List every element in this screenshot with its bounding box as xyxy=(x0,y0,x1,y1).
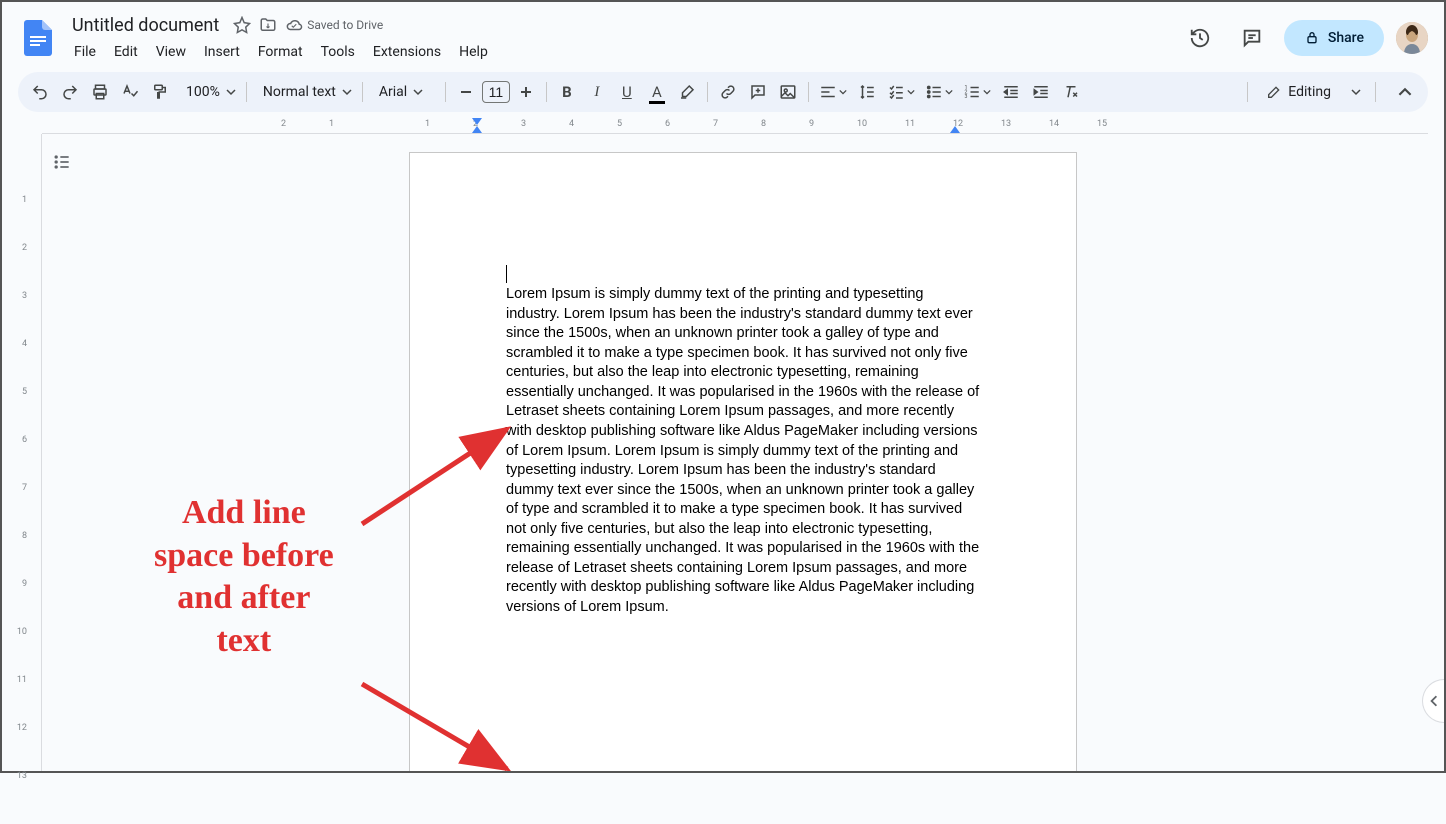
align-dropdown[interactable] xyxy=(815,78,851,106)
underline-button[interactable]: U xyxy=(613,78,641,106)
line-spacing-button[interactable] xyxy=(853,78,881,106)
bulleted-list-button[interactable] xyxy=(921,78,957,106)
bold-button[interactable]: B xyxy=(553,78,581,106)
numbered-list-button[interactable]: 123 xyxy=(959,78,995,106)
menu-extensions[interactable]: Extensions xyxy=(365,40,449,64)
titlebar: Untitled document Saved to Drive File Ed… xyxy=(2,2,1444,66)
account-avatar[interactable] xyxy=(1396,22,1428,54)
comments-icon[interactable] xyxy=(1232,18,1272,58)
horizontal-ruler[interactable] xyxy=(42,118,1428,134)
page[interactable]: Lorem Ipsum is simply dummy text of the … xyxy=(409,152,1077,771)
font-dropdown[interactable]: Arial xyxy=(369,84,439,100)
left-indent-marker[interactable] xyxy=(472,126,482,133)
undo-button[interactable] xyxy=(26,78,54,106)
highlight-button[interactable] xyxy=(673,78,701,106)
menu-file[interactable]: File xyxy=(66,40,104,64)
menu-tools[interactable]: Tools xyxy=(313,40,363,64)
menu-insert[interactable]: Insert xyxy=(196,40,248,64)
redo-button[interactable] xyxy=(56,78,84,106)
clear-formatting-button[interactable] xyxy=(1057,78,1085,106)
star-icon[interactable] xyxy=(233,16,251,34)
history-icon[interactable] xyxy=(1180,18,1220,58)
canvas[interactable]: Lorem Ipsum is simply dummy text of the … xyxy=(42,134,1444,771)
decrease-font-size-button[interactable] xyxy=(452,78,480,106)
annotation-text: Add line space before and after text xyxy=(154,492,334,662)
style-value: Normal text xyxy=(257,84,342,100)
menu-help[interactable]: Help xyxy=(451,40,496,64)
decrease-indent-button[interactable] xyxy=(997,78,1025,106)
menu-view[interactable]: View xyxy=(148,40,194,64)
hide-menus-button[interactable] xyxy=(1390,77,1420,107)
toolbar: 100% Normal text Arial B I U A 123 Editi… xyxy=(18,72,1428,112)
right-indent-marker[interactable] xyxy=(950,126,960,133)
font-size-input[interactable] xyxy=(482,81,510,103)
italic-button[interactable]: I xyxy=(583,78,611,106)
add-comment-button[interactable] xyxy=(744,78,772,106)
menu-format[interactable]: Format xyxy=(250,40,311,64)
move-icon[interactable] xyxy=(259,16,277,34)
print-button[interactable] xyxy=(86,78,114,106)
paint-format-button[interactable] xyxy=(146,78,174,106)
editing-mode-dropdown[interactable]: Editing xyxy=(1256,80,1371,104)
mode-label: Editing xyxy=(1288,84,1331,100)
text-color-button[interactable]: A xyxy=(643,78,671,106)
svg-text:3: 3 xyxy=(964,94,967,100)
menubar: File Edit View Insert Format Tools Exten… xyxy=(66,40,1180,64)
menu-edit[interactable]: Edit xyxy=(106,40,146,64)
share-label: Share xyxy=(1328,30,1364,46)
text-cursor xyxy=(506,265,507,283)
share-button[interactable]: Share xyxy=(1284,20,1384,56)
checklist-button[interactable] xyxy=(883,78,919,106)
insert-link-button[interactable] xyxy=(714,78,742,106)
zoom-dropdown[interactable]: 100% xyxy=(176,84,240,100)
styles-dropdown[interactable]: Normal text xyxy=(253,84,356,100)
zoom-value: 100% xyxy=(180,84,226,100)
cloud-saved-icon[interactable]: Saved to Drive xyxy=(285,16,383,34)
font-value: Arial xyxy=(373,84,413,100)
first-line-indent-marker[interactable] xyxy=(472,118,482,125)
spellcheck-button[interactable] xyxy=(116,78,144,106)
increase-font-size-button[interactable] xyxy=(512,78,540,106)
docs-home-icon[interactable] xyxy=(18,18,58,58)
show-outline-button[interactable] xyxy=(48,148,76,176)
document-body[interactable]: Lorem Ipsum is simply dummy text of the … xyxy=(506,285,980,618)
vertical-ruler[interactable] xyxy=(2,134,42,771)
increase-indent-button[interactable] xyxy=(1027,78,1055,106)
document-title[interactable]: Untitled document xyxy=(66,13,225,38)
insert-image-button[interactable] xyxy=(774,78,802,106)
save-status-text: Saved to Drive xyxy=(307,18,383,32)
